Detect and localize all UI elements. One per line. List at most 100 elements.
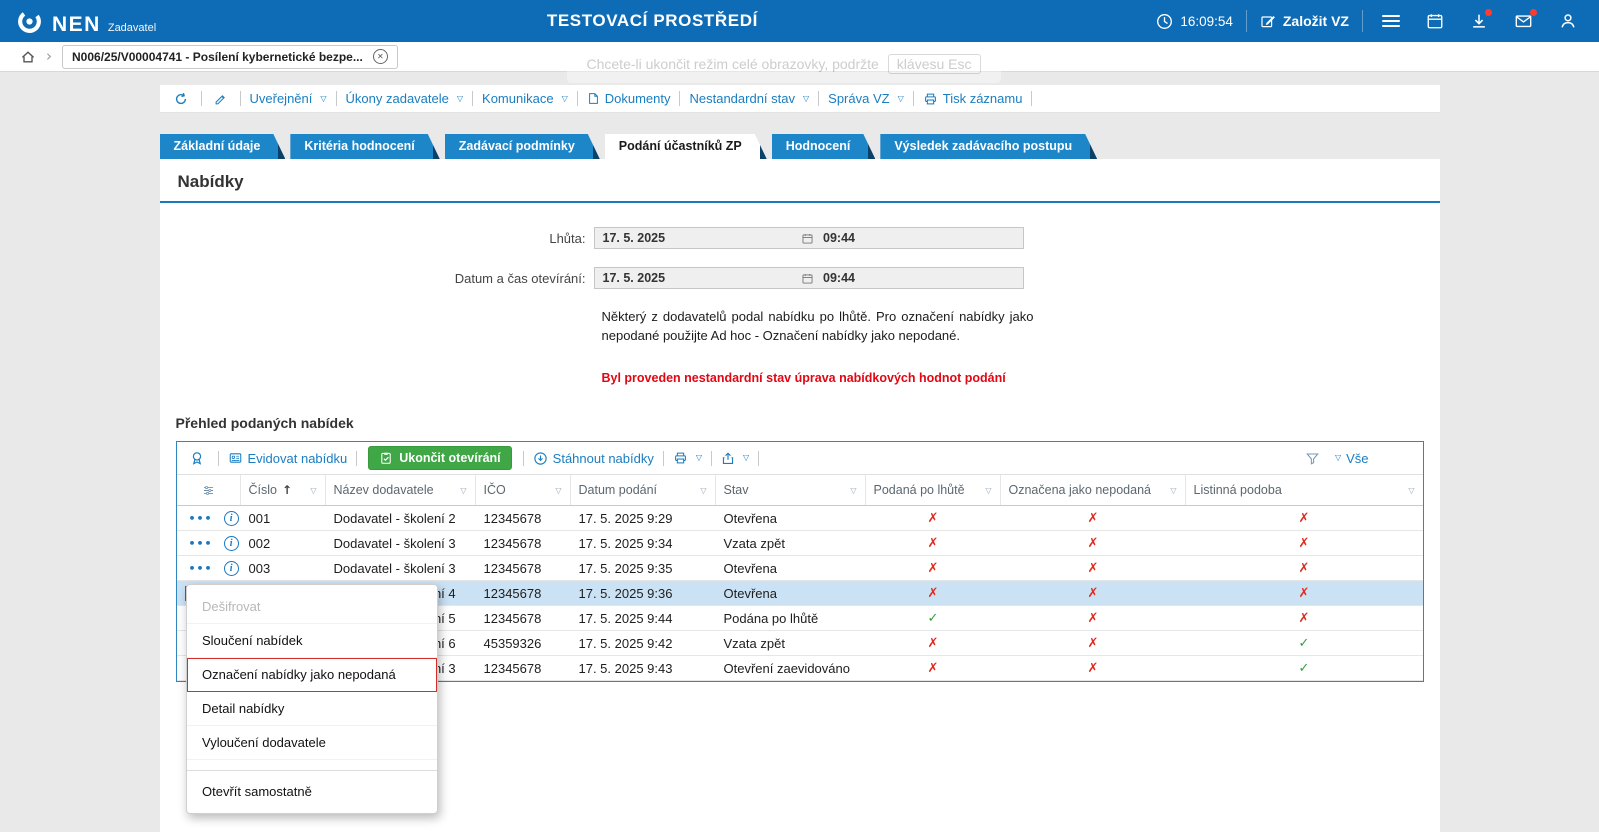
tab-hodnoceni[interactable]: Hodnocení [772,134,876,159]
row-menu-icon[interactable]: ••• [185,561,217,576]
toolbar-item-komunikace[interactable]: Komunikace▽ [482,91,568,106]
cross-icon: ✗ [1001,606,1186,630]
create-vz-button[interactable]: Založit VZ [1260,13,1349,29]
refresh-icon[interactable] [173,91,189,107]
cell-stav: Otevřena [716,581,866,605]
filter-caret-icon[interactable]: ▽ [700,486,706,495]
column-header-datum-podani[interactable]: Datum podání ▽ [571,475,716,505]
open-record-tab[interactable]: N006/25/V00004741 - Posílení kybernetick… [62,45,398,69]
dropdown-caret-icon: ▽ [562,95,568,103]
column-chooser-header[interactable] [177,475,241,505]
menu-item-otevrit-samostatne[interactable]: Otevřít samostatně [187,770,437,808]
table-row[interactable]: •••i003Dodavatel - školení 31234567817. … [177,556,1423,581]
oteviani-datetime-field[interactable]: 17. 5. 2025 09:44 [594,267,1024,289]
cross-icon: ✗ [1186,531,1423,555]
evidovat-nabidku-button[interactable]: Evidovat nabídku [228,451,348,466]
ukoncit-oteviani-button[interactable]: Ukončit otevírání [368,446,511,470]
calendar-icon[interactable] [1426,12,1444,30]
print-grid-button[interactable]: ▽ [673,451,702,465]
toolbar-item-dokumenty[interactable]: Dokumenty [587,91,671,106]
toolbar-item-sprava-vz[interactable]: Správa VZ▽ [828,91,904,106]
cell-stav: Vzata zpět [716,631,866,655]
cell-nazev-dodavatele: Dodavatel - školení 2 [326,506,476,530]
column-header-oznacena-jako-nepodana[interactable]: Označena jako nepodaná▽ [1001,475,1186,505]
tab-zakladni-udaje[interactable]: Základní údaje [160,134,286,159]
column-header-listinna-podoba[interactable]: Listinná podoba ▽ [1186,475,1423,505]
cell-cislo: 001 [241,506,326,530]
toolbar-separator [913,91,914,106]
menu-item-vylouceni-dodavatele[interactable]: Vyloučení dodavatele [187,726,437,760]
home-icon[interactable] [20,49,36,65]
column-header-podana-po-lhute[interactable]: Podaná po lhůtě▽ [866,475,1001,505]
toolbar-separator [711,451,712,466]
filter-funnel-icon[interactable] [1305,451,1320,466]
mail-icon[interactable] [1514,12,1533,30]
toolbar-separator [577,91,578,106]
menu-item-detail-nabidky[interactable]: Detail nabídky [187,692,437,726]
stahnout-nabidky-button[interactable]: Stáhnout nabídky [533,451,654,466]
column-label: Listinná podoba [1194,483,1282,497]
logo-subtitle: Zadavatel [108,22,156,35]
toolbar-item-uverejneni[interactable]: Uveřejnění▽ [250,91,327,106]
compose-icon [1260,13,1276,29]
filter-caret-icon[interactable]: ▽ [985,486,991,495]
toolbar-item-label: Dokumenty [605,91,671,106]
nen-brand[interactable]: NEN Zadavatel [16,8,156,35]
tab-vysledek-zadavaciho-postupu[interactable]: Výsledek zadávacího postupu [880,134,1097,159]
toolbar-item-label: Úkony zadavatele [346,91,449,106]
user-icon[interactable] [1559,12,1577,30]
dropdown-caret-icon: ▽ [1335,454,1341,462]
seal-icon[interactable] [189,450,205,466]
lhuta-datetime-field[interactable]: 17. 5. 2025 09:44 [594,227,1024,249]
close-icon[interactable]: ✕ [373,49,388,64]
row-info-icon[interactable]: i [224,561,239,576]
breadcrumb: › N006/25/V00004741 - Posílení kyberneti… [0,42,1599,72]
toolbar-item-label: Tisk záznamu [943,91,1023,106]
row-menu-icon[interactable]: ••• [185,536,217,551]
tab-podani-ucastniku-zp[interactable]: Podání účastníků ZP [605,134,767,159]
table-row[interactable]: •••i001Dodavatel - školení 21234567817. … [177,506,1423,531]
row-info-icon[interactable]: i [224,536,239,551]
edit-pencil-icon[interactable] [214,92,228,106]
filter-caret-icon[interactable]: ▽ [1170,486,1176,495]
deadline-form: Lhůta: 17. 5. 2025 09:44 Datum a čas ote… [160,203,1440,289]
evidovat-label: Evidovat nabídku [248,451,348,466]
lhuta-date-value: 17. 5. 2025 [595,231,802,245]
toolbar-item-tisk-zaznamu[interactable]: Tisk záznamu [923,91,1023,106]
tab-kriteria-hodnoceni[interactable]: Kritéria hodnocení [290,134,439,159]
filter-caret-icon[interactable]: ▽ [555,486,561,495]
row-info-icon[interactable]: i [224,511,239,526]
view-filter-dropdown[interactable]: ▽ Vše [1332,451,1369,466]
column-chooser-icon [201,484,216,497]
tab-zadavaci-podminky[interactable]: Zadávací podmínky [445,134,600,159]
table-row[interactable]: •••i002Dodavatel - školení 31234567817. … [177,531,1423,556]
column-header-cislo[interactable]: Číslo↑▽ [241,475,326,505]
dropdown-caret-icon: ▽ [457,95,463,103]
downloads-icon[interactable] [1470,12,1488,30]
cell-datum-podani: 17. 5. 2025 9:36 [571,581,716,605]
menu-item-oznaceni-nabidky-jako-nepodana[interactable]: Označení nabídky jako nepodaná [187,658,437,692]
row-actions-cell: ••• i [177,531,241,555]
cross-icon: ✗ [866,581,1001,605]
printer-icon [923,92,938,106]
export-button[interactable]: ▽ [721,451,749,466]
cross-icon: ✗ [866,556,1001,580]
menu-icon[interactable] [1382,15,1400,27]
filter-caret-icon[interactable]: ▽ [850,486,856,495]
nen-logo-icon [16,8,43,35]
toolbar-item-nestandardni-stav[interactable]: Nestandardní stav▽ [689,91,809,106]
toolbar-item-ukony-zadavatele[interactable]: Úkony zadavatele ▽ [346,91,464,106]
cell-cislo: 002 [241,531,326,555]
column-label: Datum podání [579,483,658,497]
filter-caret-icon[interactable]: ▽ [460,486,466,495]
filter-caret-icon[interactable]: ▽ [310,486,316,495]
toolbar-separator [818,91,819,106]
filter-caret-icon[interactable]: ▽ [1408,486,1414,495]
column-header-stav[interactable]: Stav▽ [716,475,866,505]
calendar-small-icon [801,232,814,245]
column-header-nazev-dodavatele[interactable]: Název dodavatele▽ [326,475,476,505]
row-menu-icon[interactable]: ••• [185,511,217,526]
column-header-ico[interactable]: IČO▽ [476,475,571,505]
menu-item-slouceni-nabidek[interactable]: Sloučení nabídek [187,624,437,658]
cross-icon: ✗ [866,656,1001,680]
